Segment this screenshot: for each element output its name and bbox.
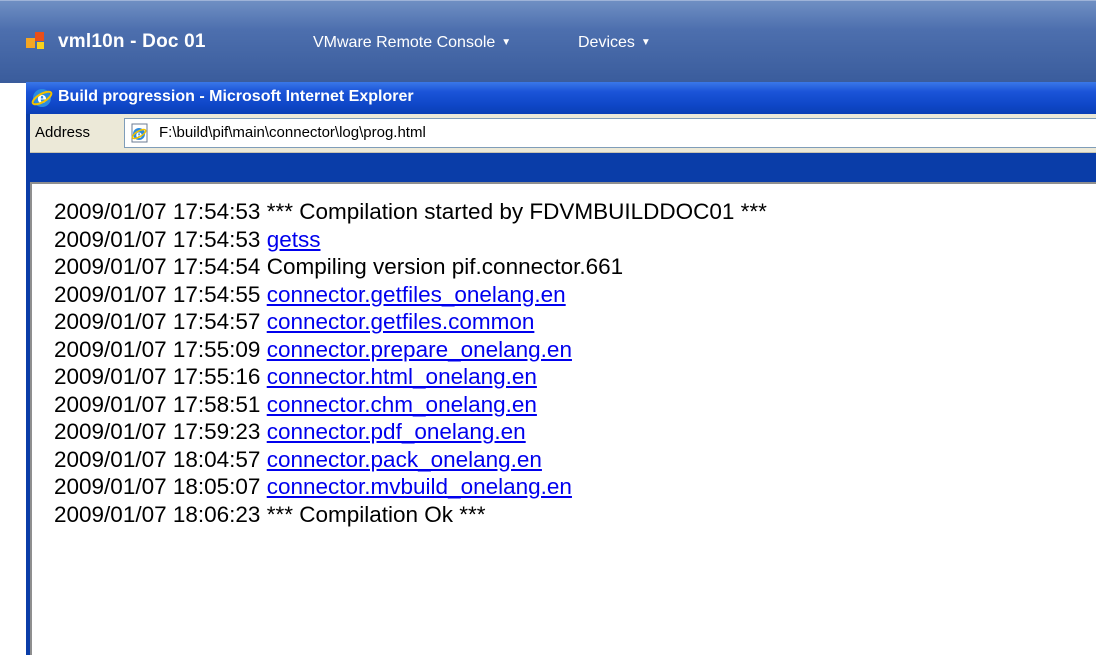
log-line: 2009/01/07 17:58:51 connector.chm_onelan… [54,391,767,419]
log-line: 2009/01/07 17:59:23 connector.pdf_onelan… [54,418,767,446]
log-line: 2009/01/07 18:06:23 *** Compilation Ok *… [54,501,767,529]
log-timestamp: 2009/01/07 18:05:07 [54,474,261,499]
log-link[interactable]: connector.getfiles.common [267,309,535,334]
log-timestamp: 2009/01/07 17:59:23 [54,419,261,444]
address-value: F:\build\pif\main\connector\log\prog.htm… [159,124,426,141]
log-timestamp: 2009/01/07 18:04:57 [54,446,261,472]
build-log: 2009/01/07 17:54:53 *** Compilation star… [54,198,767,528]
log-line: 2009/01/07 18:05:07 connector.mvbuild_on… [54,473,767,501]
log-timestamp: 2009/01/07 17:54:55 [54,281,261,307]
log-timestamp: 2009/01/07 17:54:53 [54,226,261,252]
address-bar: Address e F:\build\pif\main\connector\lo… [30,114,1096,153]
log-message: Compiling version pif.connector.661 [266,254,624,279]
chevron-down-icon: ▼ [640,37,651,48]
window-title: Build progression - Microsoft Internet E… [58,88,414,105]
ie-page-icon: e [129,122,151,144]
log-message: *** Compilation started by FDVMBUILDDOC0… [266,199,767,224]
log-line: 2009/01/07 17:54:54 Compiling version pi… [54,253,767,281]
log-line: 2009/01/07 17:55:09 connector.prepare_on… [54,336,767,364]
devices-menu[interactable]: Devices ▼ [578,34,651,52]
internet-explorer-icon: e [31,87,53,109]
log-link[interactable]: connector.chm_onelang.en [267,392,537,417]
vmware-remote-console-menu[interactable]: VMware Remote Console ▼ [313,34,511,52]
log-timestamp: 2009/01/07 17:54:53 [54,199,261,224]
chevron-down-icon: ▼ [501,37,512,48]
ie-window: e Build progression - Microsoft Internet… [26,82,1096,655]
log-timestamp: 2009/01/07 18:06:23 [54,501,261,527]
address-label: Address [35,124,91,141]
log-line: 2009/01/07 17:55:16 connector.html_onela… [54,363,767,391]
log-link[interactable]: connector.prepare_onelang.en [267,337,572,362]
log-line: 2009/01/07 18:04:57 connector.pack_onela… [54,446,767,474]
ie-title-bar[interactable]: e Build progression - Microsoft Internet… [26,82,1096,114]
log-timestamp: 2009/01/07 17:54:57 [54,309,261,334]
menu-label: Devices [578,34,635,51]
log-timestamp: 2009/01/07 17:55:16 [54,364,261,389]
log-timestamp: 2009/01/07 17:58:51 [54,391,261,417]
log-line: 2009/01/07 17:54:53 getss [54,226,767,254]
vm-name-title: vml10n - Doc 01 [58,31,206,52]
address-input[interactable]: e F:\build\pif\main\connector\log\prog.h… [124,118,1096,148]
log-timestamp: 2009/01/07 17:54:54 [54,254,261,279]
vmware-logo-icon [26,32,46,50]
log-link[interactable]: connector.html_onelang.en [267,364,537,389]
log-link[interactable]: getss [267,227,321,252]
vmware-console-bar: vml10n - Doc 01 VMware Remote Console ▼ D… [0,0,1096,83]
log-timestamp: 2009/01/07 17:55:09 [54,336,261,362]
log-line: 2009/01/07 17:54:53 *** Compilation star… [54,198,767,226]
menu-label: VMware Remote Console [313,34,496,51]
log-link[interactable]: connector.pdf_onelang.en [267,419,526,444]
log-link[interactable]: connector.getfiles_onelang.en [267,282,566,307]
log-link[interactable]: connector.pack_onelang.en [267,447,542,472]
log-line: 2009/01/07 17:54:57 connector.getfiles.c… [54,308,767,336]
page-content: 2009/01/07 17:54:53 *** Compilation star… [30,182,1096,655]
log-message: *** Compilation Ok *** [266,501,486,527]
log-link[interactable]: connector.mvbuild_onelang.en [267,474,572,499]
log-line: 2009/01/07 17:54:55 connector.getfiles_o… [54,281,767,309]
